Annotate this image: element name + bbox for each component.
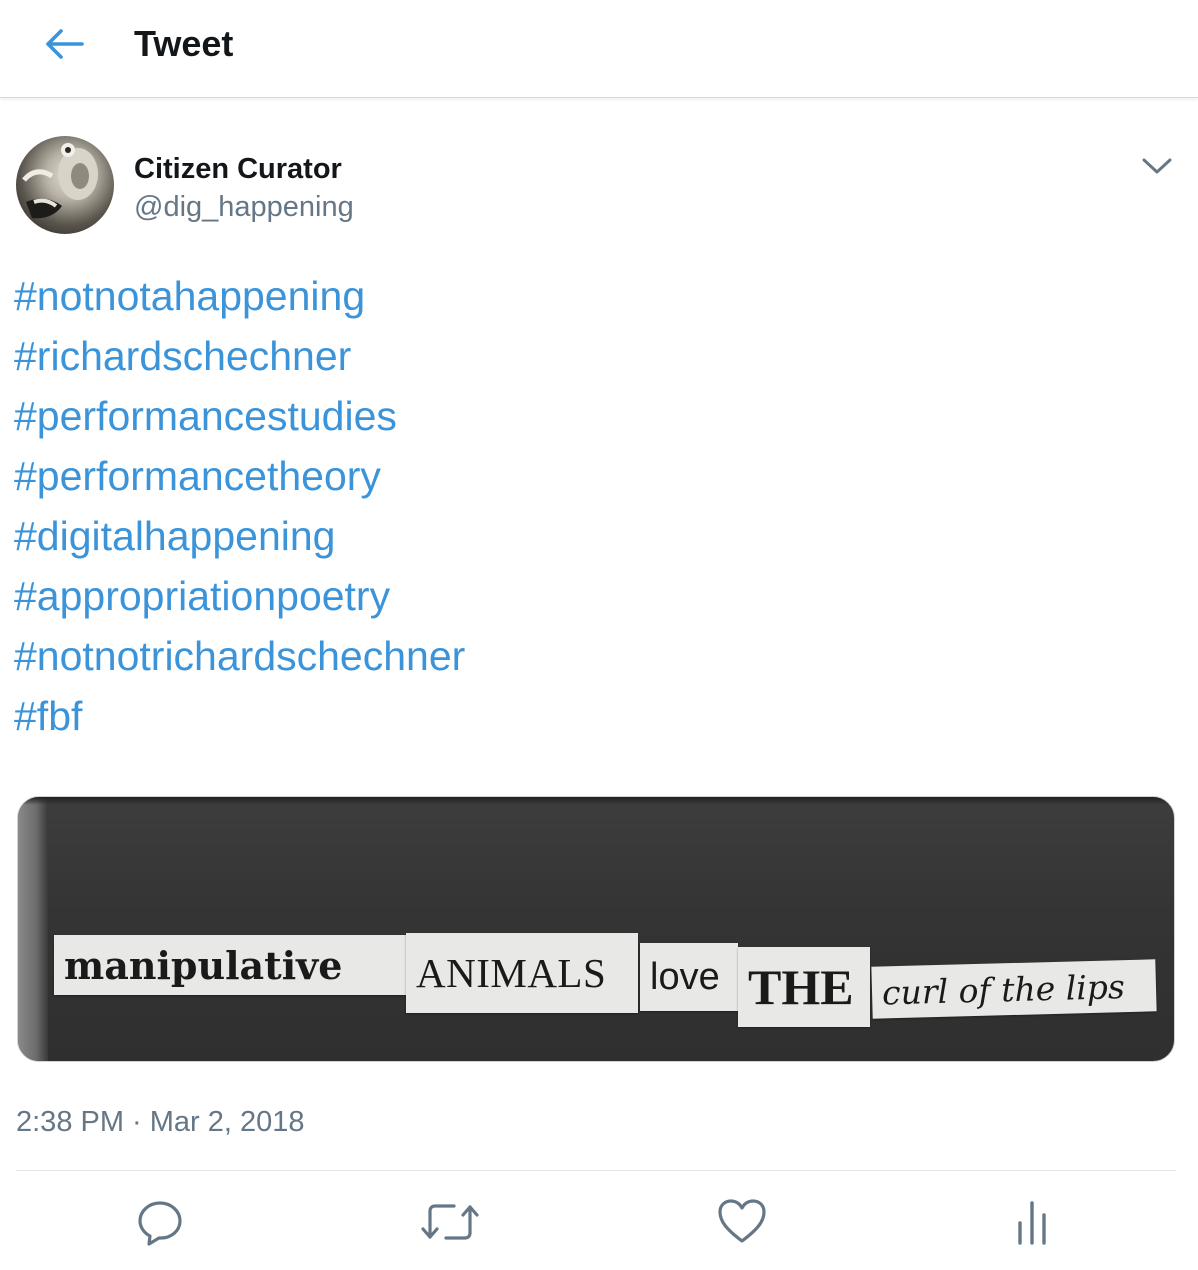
hashtag-link[interactable]: #notnotahappening bbox=[14, 266, 1174, 326]
retweet-icon bbox=[421, 1204, 479, 1240]
hashtag-link[interactable]: #digitalhappening bbox=[14, 506, 1174, 566]
cutout-word: love bbox=[640, 943, 738, 1011]
cutout-word: manipulative bbox=[54, 935, 406, 995]
retweet-button[interactable] bbox=[420, 1192, 480, 1252]
hashtag-link[interactable]: #richardschechner bbox=[14, 326, 1174, 386]
cutout-word: ANIMALS bbox=[406, 933, 638, 1013]
arrow-left-icon bbox=[46, 29, 84, 59]
hashtag-link[interactable]: #fbf bbox=[14, 686, 1174, 746]
reply-button[interactable] bbox=[130, 1192, 190, 1252]
reply-icon bbox=[138, 1201, 182, 1246]
analytics-button[interactable] bbox=[1002, 1192, 1062, 1252]
cutout-word: THE bbox=[738, 947, 870, 1027]
action-bar bbox=[0, 1186, 1198, 1258]
media-left-edge bbox=[18, 797, 48, 1061]
divider bbox=[16, 1170, 1176, 1171]
hashtag-link[interactable]: #performancestudies bbox=[14, 386, 1174, 446]
hashtag-link[interactable]: #notnotrichardschechner bbox=[14, 626, 1174, 686]
analytics-icon bbox=[1018, 1201, 1046, 1245]
like-icon bbox=[718, 1199, 766, 1243]
chevron-down-icon bbox=[1142, 158, 1172, 174]
hashtag-link[interactable]: #appropriationpoetry bbox=[14, 566, 1174, 626]
tweet-timestamp[interactable]: 2:38 PM · Mar 2, 2018 bbox=[16, 1104, 305, 1140]
top-bar: Tweet bbox=[0, 0, 1198, 98]
author-handle[interactable]: @dig_happening bbox=[134, 190, 354, 224]
author-display-name[interactable]: Citizen Curator bbox=[134, 152, 342, 186]
page-title: Tweet bbox=[134, 23, 234, 64]
avatar-image bbox=[22, 143, 98, 219]
back-button[interactable] bbox=[38, 22, 90, 66]
avatar[interactable] bbox=[16, 136, 114, 234]
more-options-button[interactable] bbox=[1136, 146, 1178, 186]
tweet-text: #notnotahappening #richardschechner #per… bbox=[14, 266, 1174, 746]
hashtag-link[interactable]: #performancetheory bbox=[14, 446, 1174, 506]
media-top-shadow bbox=[18, 797, 1174, 805]
like-button[interactable] bbox=[712, 1192, 772, 1252]
tweet-media-image[interactable]: manipulative ANIMALS love THE curl of th… bbox=[17, 796, 1175, 1062]
cutout-word: curl of the lips bbox=[871, 959, 1157, 1019]
